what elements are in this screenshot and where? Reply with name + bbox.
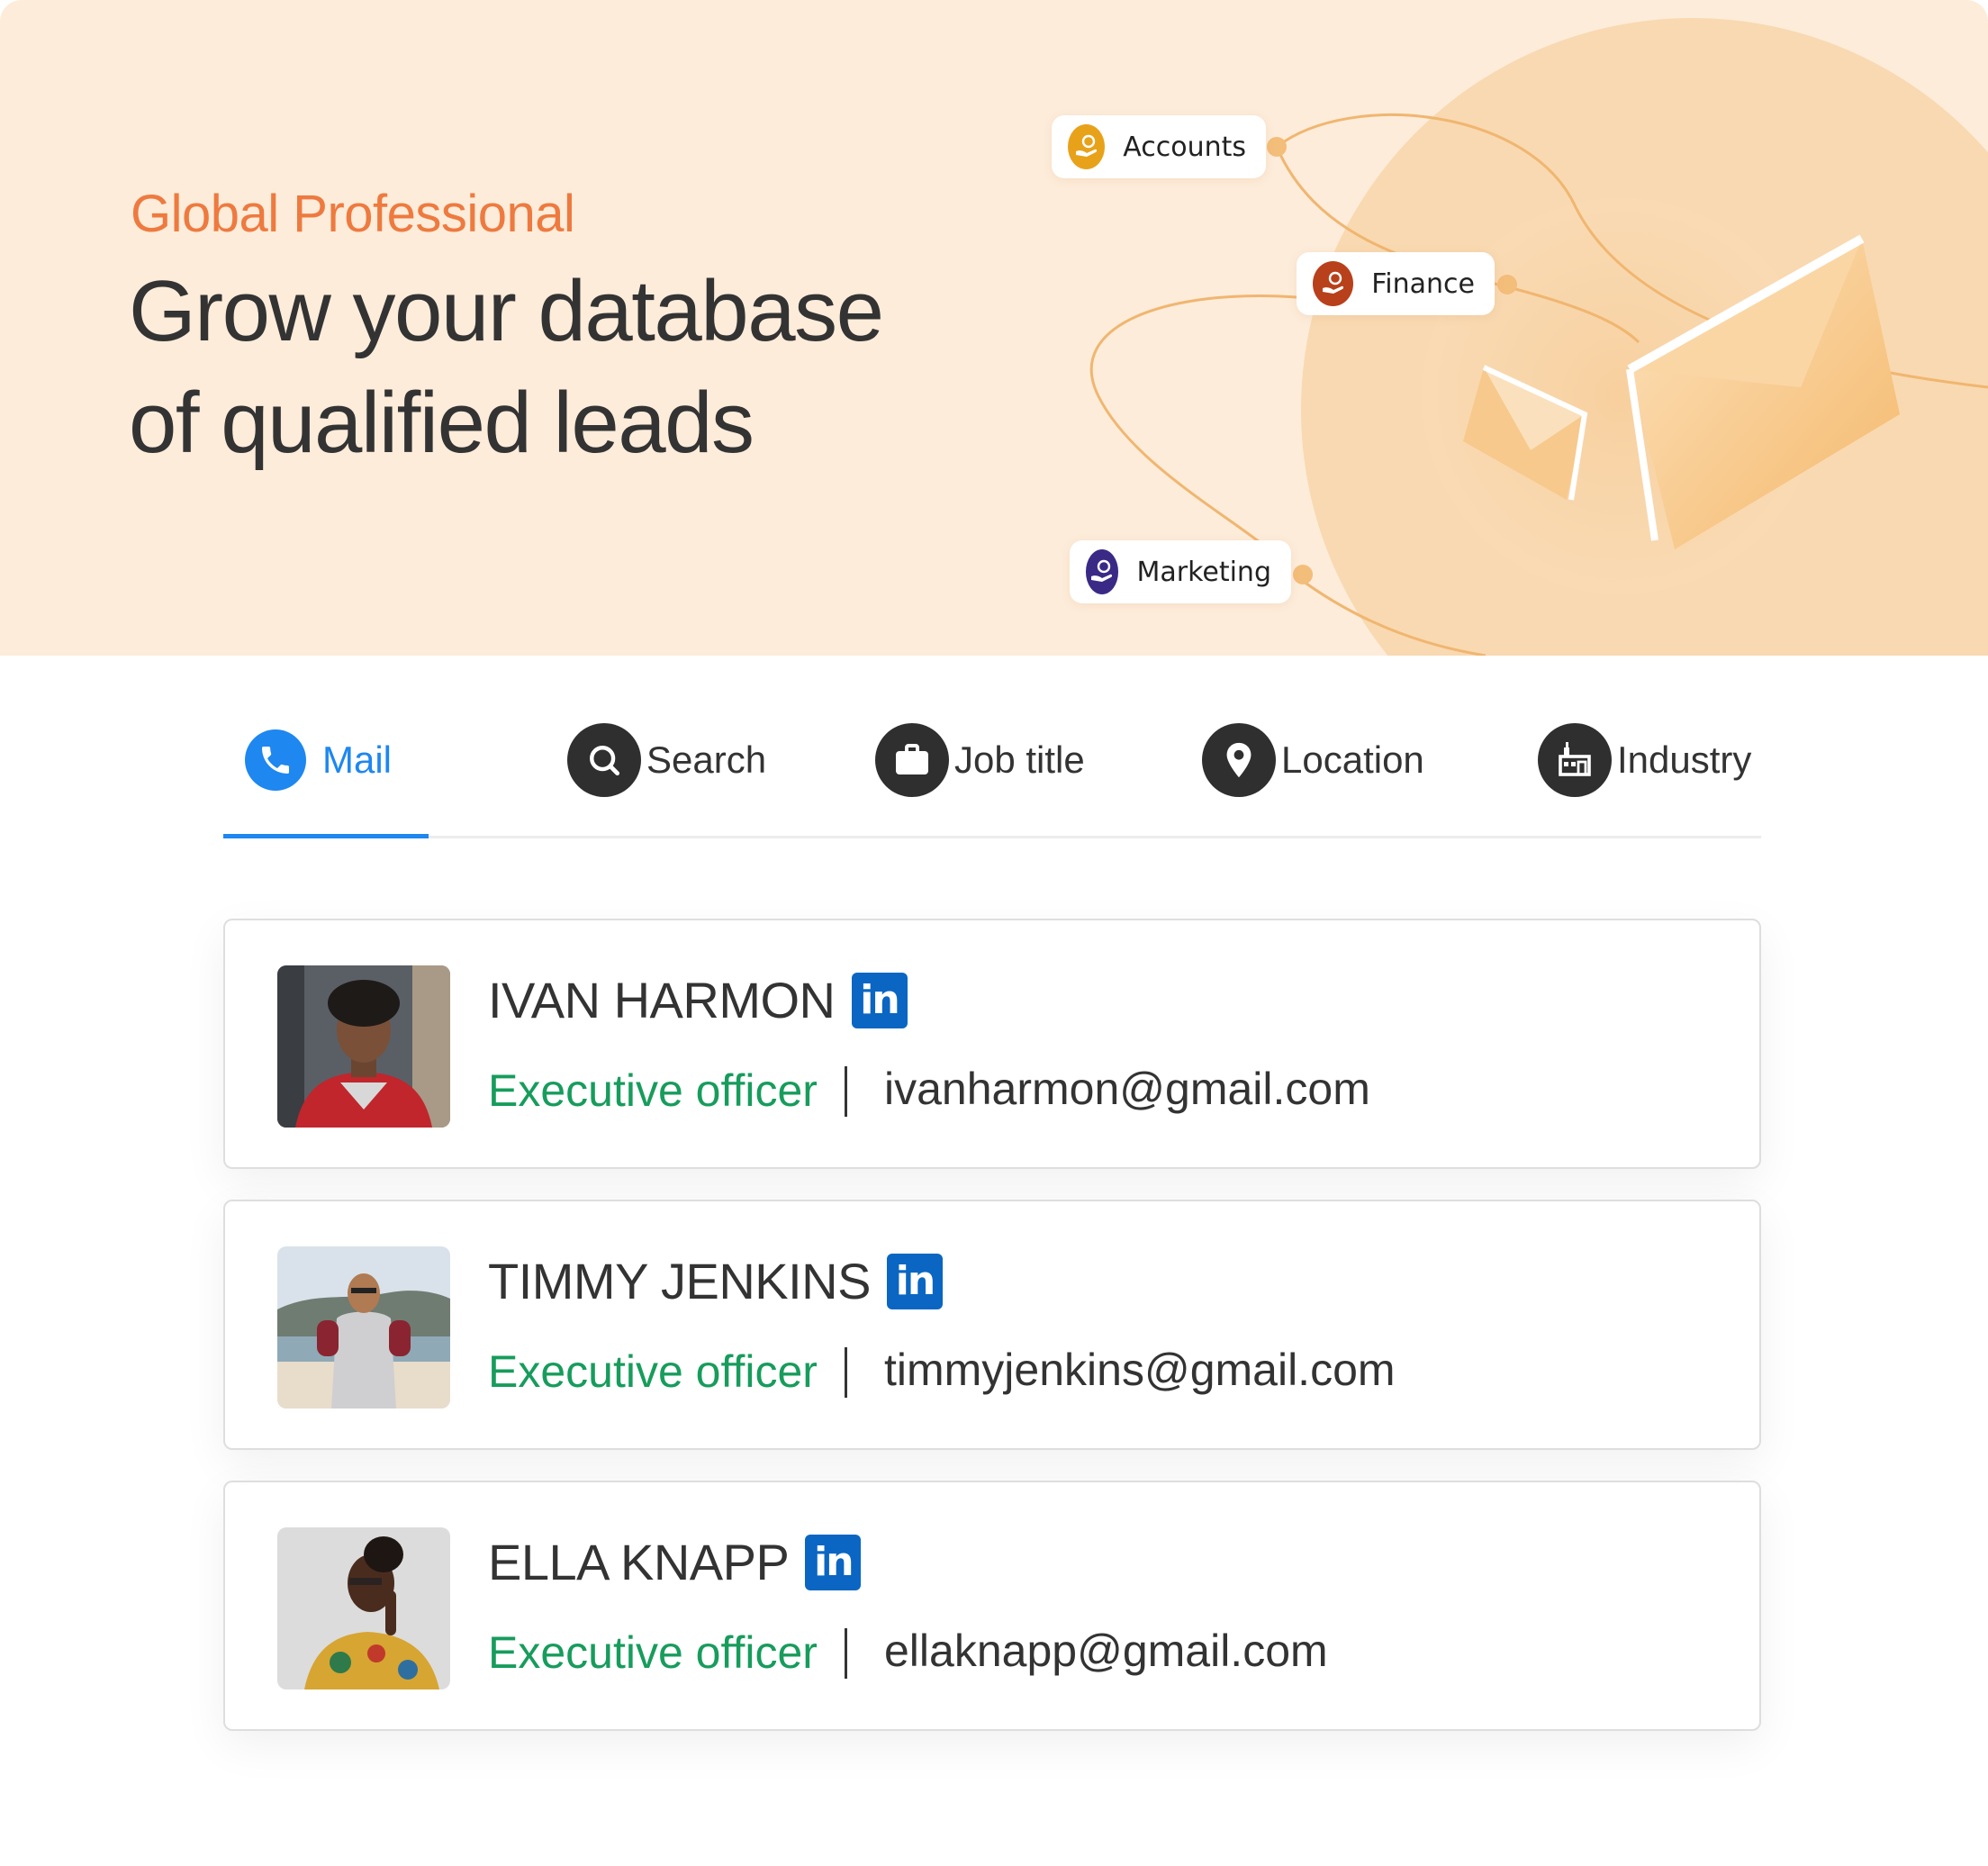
briefcase-icon <box>875 723 949 797</box>
search-icon <box>567 723 641 797</box>
tab-label: Mail <box>322 738 393 781</box>
tab-label: Industry <box>1617 738 1752 781</box>
separator <box>845 1628 847 1679</box>
contact-card[interactable]: TIMMY JENKINS in Executive officer timmy… <box>223 1200 1761 1450</box>
contact-name: ELLA KNAPP in <box>488 1533 862 1591</box>
contact-name: IVAN HARMON in <box>488 971 908 1029</box>
active-tab-indicator <box>223 834 429 838</box>
hero-headline: Grow your database of qualified leads <box>129 256 984 479</box>
contact-card[interactable]: ELLA KNAPP in Executive officer ellaknap… <box>223 1481 1761 1731</box>
money-hand-icon <box>1313 261 1354 306</box>
filter-tabs: Mail Search Job title Location Industry <box>223 711 1761 838</box>
avatar <box>277 1527 450 1689</box>
tab-mail[interactable]: Mail <box>223 722 392 798</box>
phone-icon <box>245 729 306 791</box>
contact-card[interactable]: IVAN HARMON in Executive officer ivanhar… <box>223 919 1761 1169</box>
tab-search[interactable]: Search <box>567 722 766 798</box>
hero-banner: Global Professional Grow your database o… <box>0 0 1988 656</box>
location-pin-icon <box>1202 723 1276 797</box>
tab-label: Search <box>646 738 767 781</box>
category-pill-marketing: Marketing <box>1070 540 1291 603</box>
contact-email[interactable]: ellaknapp@gmail.com <box>884 1625 1328 1677</box>
pill-label: Accounts <box>1123 131 1246 163</box>
tab-job-title[interactable]: Job title <box>875 722 1085 798</box>
separator <box>845 1347 847 1398</box>
contact-email[interactable]: ivanharmon@gmail.com <box>884 1063 1370 1115</box>
category-pill-finance: Finance <box>1297 252 1495 315</box>
contact-role: Executive officer <box>488 1065 818 1116</box>
separator <box>845 1066 847 1117</box>
linkedin-icon[interactable]: in <box>886 1253 943 1309</box>
avatar <box>277 965 450 1128</box>
tab-label: Location <box>1281 738 1424 781</box>
contact-name-text: ELLA KNAPP <box>488 1534 790 1590</box>
tab-location[interactable]: Location <box>1202 722 1424 798</box>
contact-name-text: IVAN HARMON <box>488 972 836 1028</box>
contact-email[interactable]: timmyjenkins@gmail.com <box>884 1344 1396 1396</box>
tabs-divider <box>223 836 1761 838</box>
avatar <box>277 1246 450 1409</box>
contact-name-text: TIMMY JENKINS <box>488 1253 871 1309</box>
category-pill-accounts: Accounts <box>1052 115 1266 178</box>
linkedin-icon[interactable]: in <box>805 1534 862 1590</box>
linkedin-icon[interactable]: in <box>851 972 908 1028</box>
contact-name: TIMMY JENKINS in <box>488 1252 943 1310</box>
contact-role: Executive officer <box>488 1346 818 1397</box>
headline-line-1: Grow your database <box>129 263 884 359</box>
pill-label: Finance <box>1371 267 1475 300</box>
contact-role: Executive officer <box>488 1627 818 1678</box>
tab-industry[interactable]: Industry <box>1538 722 1751 798</box>
tab-label: Job title <box>954 738 1085 781</box>
factory-icon <box>1538 723 1612 797</box>
money-hand-icon <box>1086 549 1119 594</box>
hero-eyebrow: Global Professional <box>131 185 575 243</box>
pill-label: Marketing <box>1136 556 1271 588</box>
money-hand-icon <box>1068 124 1106 169</box>
headline-line-2: of qualified leads <box>129 375 755 471</box>
